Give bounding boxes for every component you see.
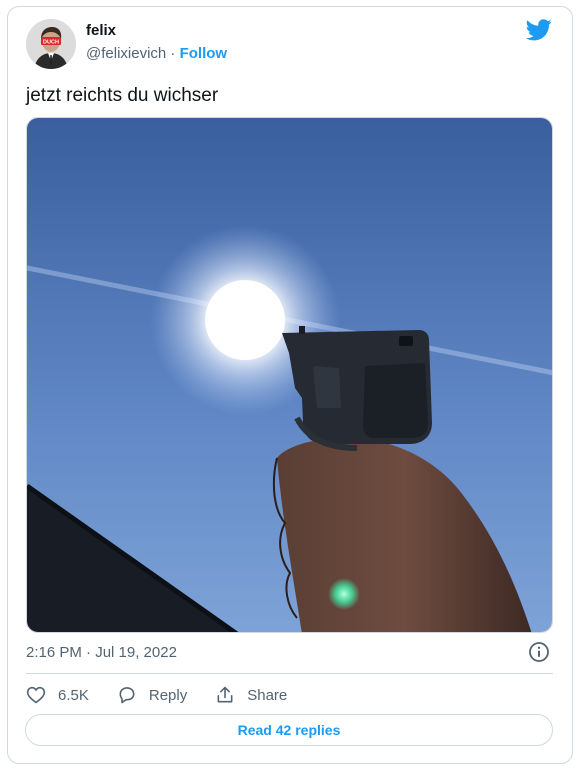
reply-button[interactable]: Reply [117, 685, 187, 705]
tweet-photo[interactable] [26, 117, 553, 633]
avatar-image: DUCH [26, 19, 76, 69]
follow-button[interactable]: Follow [180, 45, 228, 62]
read-replies-button[interactable]: Read 42 replies [25, 714, 553, 746]
tweet-timestamp[interactable]: 2:16 PM · Jul 19, 2022 [26, 644, 177, 661]
tweet-card: DUCH felix @felixievich · Follow jetzt r… [7, 6, 573, 764]
avatar-badge-text: DUCH [43, 39, 59, 45]
like-count: 6.5K [58, 686, 89, 704]
like-button[interactable]: 6.5K [26, 685, 89, 705]
twitter-bird-icon[interactable] [526, 19, 552, 41]
share-button[interactable]: Share [215, 685, 287, 705]
share-label: Share [247, 686, 288, 704]
tweet-text: jetzt reichts du wichser [26, 85, 219, 106]
info-icon[interactable] [528, 641, 550, 663]
tweet-actions: 6.5K Reply Share [26, 683, 315, 707]
photo-scene [27, 118, 552, 632]
handle-separator: · [166, 45, 180, 62]
reply-label: Reply [148, 686, 188, 704]
reply-icon [119, 687, 135, 704]
share-icon [217, 686, 233, 703]
heart-icon [26, 686, 46, 704]
author-handle-row: @felixievich · Follow [86, 45, 227, 62]
divider [26, 673, 553, 674]
author-name[interactable]: felix [86, 22, 116, 39]
author-handle[interactable]: @felixievich [86, 45, 166, 62]
avatar[interactable]: DUCH [26, 19, 76, 69]
